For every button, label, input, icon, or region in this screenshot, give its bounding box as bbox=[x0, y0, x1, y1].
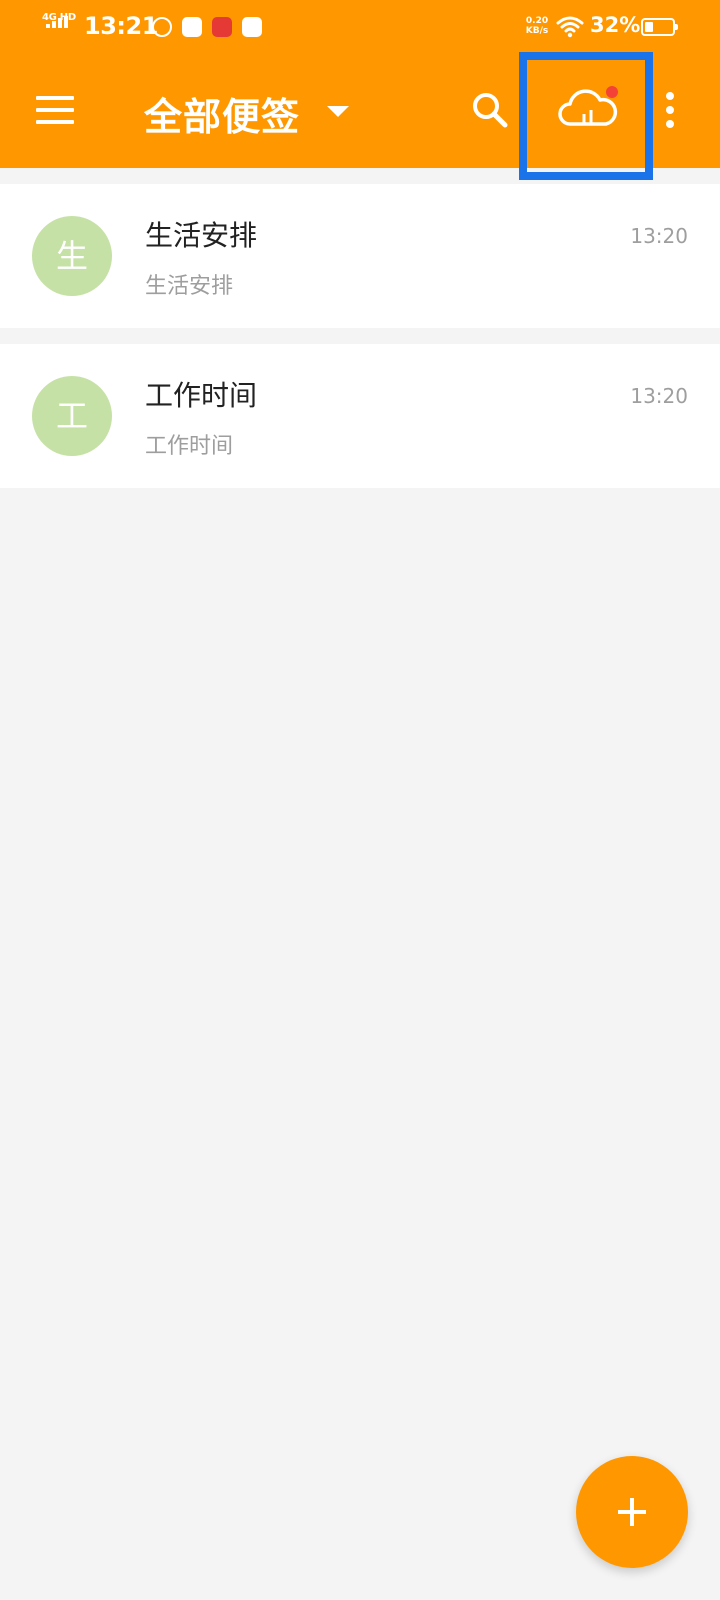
battery-percent: 32% bbox=[590, 13, 641, 37]
caret-down-icon[interactable] bbox=[327, 106, 349, 117]
highlight-box bbox=[519, 52, 653, 180]
list-item[interactable]: 工 工作时间 工作时间 13:20 bbox=[0, 344, 720, 488]
note-preview: 工作时间 bbox=[145, 434, 234, 459]
chat-app-icon bbox=[242, 17, 262, 37]
list-item[interactable]: 生 生活安排 生活安排 13:20 bbox=[0, 184, 720, 328]
avatar: 工 bbox=[32, 376, 112, 456]
wifi-icon bbox=[556, 16, 584, 38]
status-time: 13:21 bbox=[84, 12, 158, 40]
cellular-signal-icon: 4G HD bbox=[42, 12, 76, 40]
news-app-icon bbox=[212, 17, 232, 37]
more-vertical-icon[interactable] bbox=[660, 92, 678, 132]
note-title: 生活安排 bbox=[145, 219, 258, 252]
note-title: 工作时间 bbox=[145, 379, 258, 412]
app-notification-icon bbox=[152, 17, 172, 37]
note-preview: 生活安排 bbox=[145, 274, 234, 299]
network-speed: 0.20 KB/s bbox=[525, 16, 549, 36]
note-time: 13:20 bbox=[630, 384, 688, 408]
app-bar: 4G HD 13:21 0.20 KB/s 32% bbox=[0, 0, 720, 180]
add-note-button[interactable] bbox=[576, 1456, 688, 1568]
notes-list: 生 生活安排 生活安排 13:20 工 工作时间 工作时间 13:20 bbox=[0, 184, 720, 504]
avatar: 生 bbox=[32, 216, 112, 296]
shopping-bag-icon bbox=[182, 17, 202, 37]
note-time: 13:20 bbox=[630, 224, 688, 248]
hamburger-menu-icon[interactable] bbox=[36, 96, 76, 124]
status-bar: 4G HD 13:21 0.20 KB/s 32% bbox=[0, 0, 720, 56]
battery-icon bbox=[641, 18, 678, 36]
search-icon[interactable] bbox=[470, 90, 510, 130]
page-title[interactable]: 全部便签 bbox=[144, 86, 300, 141]
